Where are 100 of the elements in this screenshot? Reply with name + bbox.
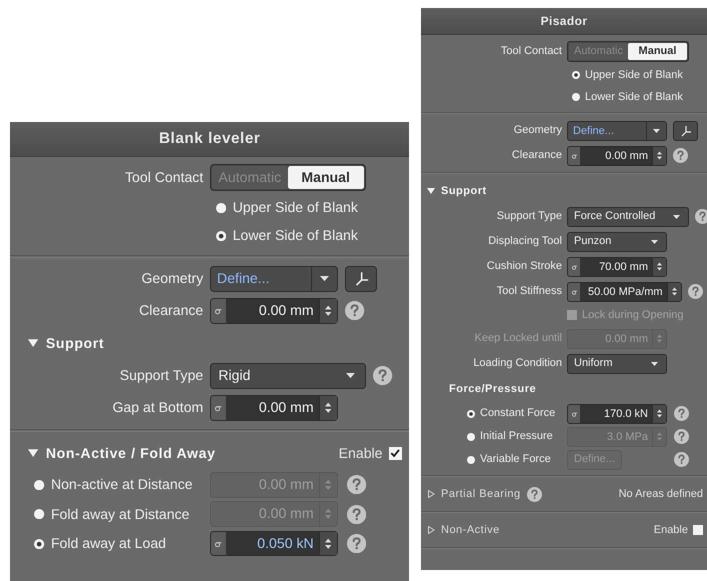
segment-tab[interactable]: Manual [288,166,364,189]
dropdown[interactable]: Rigid [210,363,366,389]
number-field[interactable]: 50.00 MPa/mm [567,282,682,302]
sigma-icon [572,152,576,158]
radio-label: Non-active at Distance [50,475,193,494]
radio-label: Initial Pressure [480,429,553,444]
dropdown[interactable]: Uniform [567,354,667,374]
field-label: Tool Stiffness [496,284,562,300]
panel-title: Blank leveler [158,129,260,150]
field-label: Gap at Bottom [111,398,204,418]
help-icon[interactable] [673,148,688,163]
enable-label: Enable [654,522,688,538]
spin-arrows-icon[interactable] [325,304,332,316]
collapsed-triangle-icon[interactable] [427,490,435,498]
checkbox[interactable] [693,525,703,535]
spin-arrows-icon[interactable] [672,287,677,296]
number-field[interactable]: 0.00 mm [210,298,338,324]
field-label: Geometry [140,269,204,288]
radio-button[interactable] [34,480,45,490]
spin-arrows-icon[interactable] [325,538,332,550]
radio-button[interactable] [467,410,475,418]
radio-label: Fold away at Load [50,534,166,554]
radio-label: Fold away at Distance [50,504,190,524]
radio-button[interactable] [216,230,226,241]
radio-label: Lower Side of Blank [232,226,358,246]
section-title[interactable]: Non-Active [441,522,500,538]
help-icon[interactable] [346,475,366,494]
radio-button[interactable] [467,456,475,464]
field-label: Displacing Tool [487,234,562,250]
field-label: Tool Contact [500,44,562,60]
help-icon[interactable] [373,366,393,386]
check-icon [390,448,400,459]
geometry-dropdown[interactable]: Define... [567,120,667,140]
field-label: Geometry [512,123,562,138]
axes-button[interactable] [345,266,378,292]
radio-button[interactable] [216,202,226,213]
section-title[interactable]: Non-Active / Fold Away [46,442,216,464]
field-label: Cushion Stroke [486,259,562,274]
sigma-icon [215,306,222,315]
help-icon[interactable] [674,429,689,444]
expanded-triangle-icon[interactable] [28,338,38,348]
sigma-icon [215,540,222,548]
radio-button[interactable] [467,432,475,440]
help-icon[interactable] [688,284,703,299]
sigma-icon [215,404,222,412]
caret-icon [346,373,355,379]
radio-label: Upper Side of Blank [585,68,683,83]
number-field[interactable]: 0.050 kN [210,530,338,556]
help-icon[interactable] [674,452,689,467]
collapsed-triangle-icon[interactable] [427,526,435,534]
field-label: Keep Locked until [474,331,562,346]
dropdown[interactable]: Punzon [567,232,667,252]
spin-arrows-icon[interactable] [657,262,662,271]
expanded-triangle-icon[interactable] [427,187,435,195]
section-title[interactable]: Support [46,332,104,354]
help-icon[interactable] [346,534,366,554]
radio-label: Constant Force [480,406,556,422]
spin-arrows-icon[interactable] [657,409,662,418]
help-icon[interactable] [346,504,366,524]
number-field[interactable]: 0.00 mm [210,395,338,421]
field-label: Loading Condition [472,356,562,372]
field-label: Tool Contact [124,168,204,188]
number-field[interactable]: 70.00 mm [567,256,667,276]
dropdown[interactable]: Force Controlled [567,206,689,226]
field-label: Support Type [496,209,562,224]
spin-arrows-icon[interactable] [657,151,662,160]
spin-arrows-icon[interactable] [325,402,332,414]
number-field[interactable]: 0.00 mm [567,146,667,166]
enable-label: Enable [338,444,382,463]
section-title[interactable]: Support [441,182,487,200]
geometry-dropdown[interactable]: Define... [210,266,338,292]
checkbox-label: Lock during Opening [582,308,684,323]
radio-button[interactable] [572,71,580,79]
section-title[interactable]: Partial Bearing [441,486,521,502]
segment-tab[interactable]: Manual [628,43,687,60]
help-icon[interactable] [674,406,689,421]
caret-icon [651,362,658,366]
radio-button[interactable] [34,538,45,549]
radio-button[interactable] [34,509,45,520]
sigma-icon [572,264,576,270]
sigma-icon [572,410,576,416]
field-label: Clearance [138,301,204,320]
axes-button[interactable] [673,120,698,140]
caret-icon [653,128,660,132]
radio-label: Upper Side of Blank [232,198,358,218]
help-icon[interactable] [526,486,542,502]
radio-button[interactable] [572,93,580,101]
expanded-triangle-icon[interactable] [28,448,38,459]
number-field[interactable]: 170.0 kN [567,404,667,424]
help-icon[interactable] [345,301,365,320]
group-heading: Force/Pressure [449,382,536,397]
caret-icon [651,240,658,244]
section-note: No Areas defined [618,486,703,502]
help-icon[interactable] [695,209,707,224]
caret-icon [673,214,680,218]
panel-title: Pisador [540,13,588,30]
radio-label: Variable Force [480,452,551,468]
radio-label: Lower Side of Blank [585,90,683,105]
axes-icon [354,271,369,286]
checkbox[interactable] [388,447,402,460]
